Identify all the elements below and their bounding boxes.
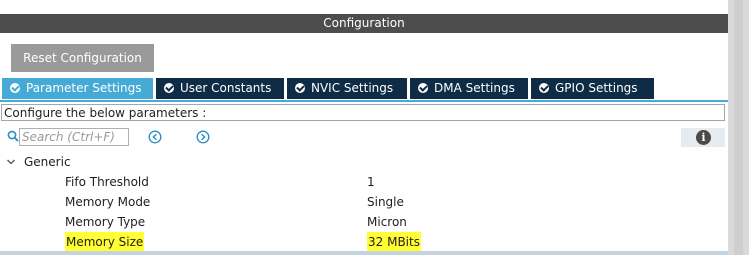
info-button[interactable]: i bbox=[681, 128, 725, 147]
param-value-highlighted: 32 MBits bbox=[367, 232, 421, 252]
tab-label: DMA Settings bbox=[434, 81, 515, 95]
tab-parameter-settings[interactable]: Parameter Settings bbox=[2, 78, 153, 99]
tab-nvic-settings[interactable]: NVIC Settings bbox=[287, 78, 407, 99]
info-icon: i bbox=[696, 130, 711, 145]
param-row-memory-size[interactable]: Memory Size 32 MBits bbox=[0, 232, 728, 252]
tab-label: NVIC Settings bbox=[311, 81, 394, 95]
param-name: Memory Mode bbox=[65, 195, 151, 209]
search-icon[interactable] bbox=[7, 130, 19, 142]
next-arrow-icon[interactable] bbox=[196, 130, 210, 144]
check-circle-icon bbox=[295, 83, 305, 93]
vertical-scrollbar[interactable] bbox=[728, 0, 749, 255]
param-row-memory-mode[interactable]: Memory Mode Single bbox=[0, 192, 728, 212]
tab-gpio-settings[interactable]: GPIO Settings bbox=[531, 78, 654, 99]
tab-label: GPIO Settings bbox=[555, 81, 638, 95]
tab-underline bbox=[0, 100, 728, 102]
check-circle-icon bbox=[164, 83, 174, 93]
param-name-highlighted: Memory Size bbox=[65, 232, 145, 252]
param-value: Micron bbox=[367, 215, 407, 229]
search-toolbar bbox=[0, 127, 728, 147]
search-input[interactable] bbox=[19, 128, 129, 146]
previous-arrow-icon[interactable] bbox=[148, 130, 162, 144]
tab-dma-settings[interactable]: DMA Settings bbox=[410, 78, 528, 99]
panel-title: Configuration bbox=[0, 14, 728, 33]
param-value: 1 bbox=[367, 175, 375, 189]
group-label: Generic bbox=[24, 155, 71, 169]
param-name: Fifo Threshold bbox=[65, 175, 149, 189]
param-row-fifo-threshold[interactable]: Fifo Threshold 1 bbox=[0, 172, 728, 192]
check-circle-icon bbox=[539, 83, 549, 93]
configuration-panel: Configuration Reset Configuration Parame… bbox=[0, 0, 728, 255]
tab-label: Parameter Settings bbox=[26, 81, 142, 95]
check-circle-icon bbox=[418, 83, 428, 93]
param-value: Single bbox=[367, 195, 404, 209]
param-name: Memory Type bbox=[65, 215, 146, 229]
bottom-divider bbox=[0, 251, 728, 255]
check-circle-icon bbox=[10, 83, 20, 93]
chevron-down-icon[interactable] bbox=[6, 157, 16, 167]
tab-label: User Constants bbox=[180, 81, 272, 95]
settings-tabs: Parameter Settings User Constants NVIC S… bbox=[0, 78, 728, 100]
param-row-memory-type[interactable]: Memory Type Micron bbox=[0, 212, 728, 232]
configure-hint: Configure the below parameters : bbox=[1, 104, 725, 121]
reset-configuration-button[interactable]: Reset Configuration bbox=[11, 44, 154, 72]
tab-user-constants[interactable]: User Constants bbox=[156, 78, 284, 99]
